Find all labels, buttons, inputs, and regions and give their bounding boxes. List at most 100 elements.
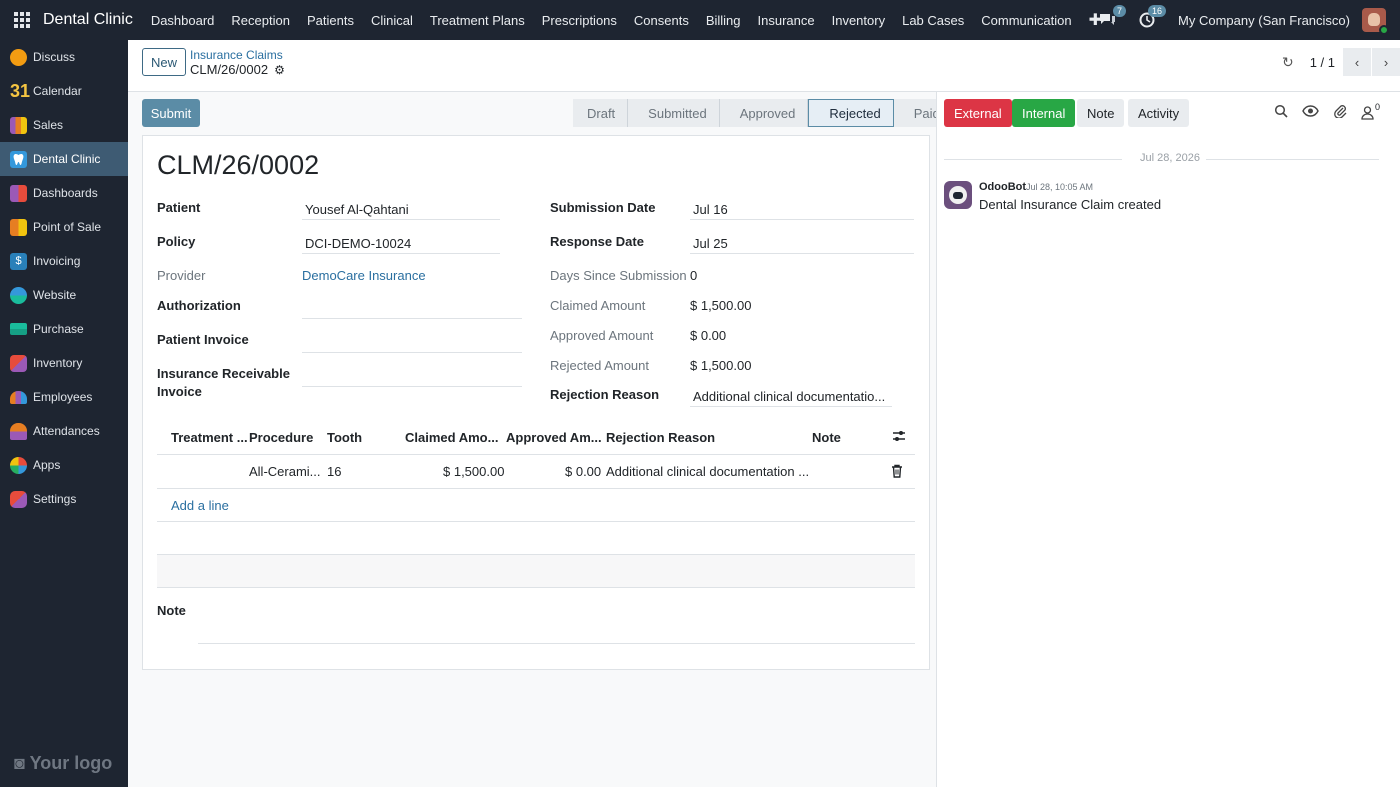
website-globe-icon	[10, 286, 27, 304]
menu-reception[interactable]: Reception	[231, 13, 290, 28]
record-title: CLM/26/0002	[157, 150, 320, 180]
eye-icon[interactable]	[1302, 104, 1319, 121]
menu-patients[interactable]: Patients	[307, 13, 354, 28]
authorization-field[interactable]	[302, 318, 522, 319]
activity-clock-icon[interactable]: 16	[1138, 5, 1167, 29]
rejection-reason-field[interactable]: Additional clinical documentatio...	[693, 389, 885, 404]
stage-approved[interactable]: Approved	[719, 99, 809, 127]
sidebar-item-label: Inventory	[33, 356, 83, 370]
rejection-reason-label: Rejection Reason	[550, 387, 660, 402]
inventory-box-icon	[10, 354, 27, 372]
sidebar-item-discuss[interactable]: Discuss	[0, 40, 128, 74]
provider-label: Provider	[157, 268, 206, 283]
menu-lab-cases[interactable]: Lab Cases	[902, 13, 964, 28]
stage-draft[interactable]: Draft	[573, 99, 629, 127]
sidebar-item-attendances[interactable]: Attendances	[0, 414, 128, 448]
breadcrumb-parent[interactable]: Insurance Claims	[190, 48, 283, 62]
col-treatment[interactable]: Treatment ...	[171, 430, 248, 445]
point-of-sale-icon	[10, 218, 27, 236]
control-panel: New Insurance Claims CLM/26/0002 ⚙ ↻ 1 /…	[128, 40, 1400, 92]
sidebar-item-dashboards[interactable]: Dashboards	[0, 176, 128, 210]
insurance-receivable-label-line2: Invoice	[157, 384, 202, 399]
sidebar-item-website[interactable]: Website	[0, 278, 128, 312]
menu-communication[interactable]: Communication	[981, 13, 1071, 28]
date-separator: Jul 28, 2026	[944, 152, 1379, 166]
gear-icon[interactable]: ⚙	[274, 63, 285, 77]
systray: 7 16 My Company (San Francisco)	[1098, 0, 1400, 40]
sidebar-item-sales[interactable]: Sales	[0, 108, 128, 142]
col-procedure[interactable]: Procedure	[249, 430, 313, 445]
menu-billing[interactable]: Billing	[706, 13, 741, 28]
send-external-message-button[interactable]: External	[944, 99, 1012, 127]
col-note[interactable]: Note	[812, 430, 841, 445]
stage-rejected[interactable]: Rejected	[808, 99, 894, 127]
empty-row	[157, 555, 915, 588]
menu-dashboard[interactable]: Dashboard	[151, 13, 215, 28]
add-a-line-link[interactable]: Add a line	[171, 498, 229, 513]
response-date-field[interactable]: Jul 25	[693, 236, 728, 251]
app-sidebar: Discuss 31 Calendar Sales Dental Clinic …	[0, 40, 128, 787]
apps-menu-icon[interactable]	[14, 12, 30, 28]
col-approved-amount[interactable]: Approved Am...	[506, 430, 602, 445]
pager-value[interactable]: 1 / 1	[1310, 55, 1335, 70]
trash-icon[interactable]	[891, 464, 903, 481]
sidebar-item-employees[interactable]: Employees	[0, 380, 128, 414]
sidebar-item-apps[interactable]: Apps	[0, 448, 128, 482]
note-label: Note	[157, 603, 186, 618]
new-button[interactable]: New	[142, 48, 186, 76]
menu-clinical[interactable]: Clinical	[371, 13, 413, 28]
provider-link[interactable]: DemoCare Insurance	[302, 268, 426, 283]
menu-treatment-plans[interactable]: Treatment Plans	[430, 13, 525, 28]
tooth-icon	[10, 150, 27, 168]
calendar-icon: 31	[10, 80, 31, 101]
note-button[interactable]: Note	[1077, 99, 1125, 127]
menu-consents[interactable]: Consents	[634, 13, 689, 28]
sidebar-item-calendar[interactable]: 31 Calendar	[0, 74, 128, 108]
sidebar-item-point-of-sale[interactable]: Point of Sale	[0, 210, 128, 244]
refresh-icon[interactable]: ↻	[1282, 54, 1294, 71]
sidebar-item-purchase[interactable]: Purchase	[0, 312, 128, 346]
status-bar: Draft Submitted Approved Rejected Paid	[573, 99, 952, 127]
column-settings-icon[interactable]	[892, 429, 906, 446]
paperclip-icon[interactable]	[1333, 104, 1347, 121]
log-internal-note-button[interactable]: Internal	[1012, 99, 1076, 127]
patient-invoice-field[interactable]	[302, 352, 522, 353]
followers-icon[interactable]: 0	[1361, 102, 1380, 120]
activity-button[interactable]: Activity	[1128, 99, 1190, 127]
sidebar-item-label: Dashboards	[33, 186, 98, 200]
menu-prescriptions[interactable]: Prescriptions	[542, 13, 617, 28]
pager-previous-button[interactable]: ‹	[1343, 48, 1371, 76]
insurance-receivable-field[interactable]	[302, 386, 522, 387]
sidebar-item-inventory[interactable]: Inventory	[0, 346, 128, 380]
app-brand[interactable]: Dental Clinic	[43, 11, 133, 29]
message-author[interactable]: OdooBot	[979, 181, 1026, 193]
menu-inventory[interactable]: Inventory	[832, 13, 885, 28]
sidebar-item-invoicing[interactable]: $ Invoicing	[0, 244, 128, 278]
note-field[interactable]	[198, 643, 915, 644]
company-switcher[interactable]: My Company (San Francisco)	[1178, 13, 1350, 28]
messages-icon[interactable]: 7	[1098, 5, 1127, 29]
policy-field[interactable]: DCI-DEMO-10024	[305, 236, 411, 251]
submission-date-field[interactable]: Jul 16	[693, 202, 728, 217]
sidebar-item-label: Apps	[33, 458, 61, 472]
patient-field[interactable]: Yousef Al-Qahtani	[305, 202, 409, 217]
pager-next-button[interactable]: ›	[1372, 48, 1400, 76]
sidebar-item-settings[interactable]: Settings	[0, 482, 128, 516]
odoobot-avatar[interactable]	[944, 181, 972, 209]
form-view: Submit Draft Submitted Approved Rejected…	[128, 92, 952, 787]
search-icon[interactable]	[1274, 104, 1288, 121]
col-rejection-reason[interactable]: Rejection Reason	[606, 430, 715, 445]
add-line-row: Add a line	[157, 489, 915, 522]
submit-button[interactable]: Submit	[142, 99, 200, 127]
menu-insurance[interactable]: Insurance	[758, 13, 815, 28]
messages-badge: 7	[1113, 5, 1127, 17]
chatter-panel: External Internal Note Activity 0 Jul 28…	[936, 92, 1400, 787]
sidebar-item-dental-clinic[interactable]: Dental Clinic	[0, 142, 128, 176]
stage-submitted[interactable]: Submitted	[628, 99, 720, 127]
col-claimed-amount[interactable]: Claimed Amo...	[405, 430, 498, 445]
col-tooth[interactable]: Tooth	[327, 430, 362, 445]
invoicing-icon: $	[10, 252, 27, 270]
table-row[interactable]: All-Cerami... 16 $ 1,500.00 $ 0.00 Addit…	[157, 455, 915, 489]
days-since-label: Days Since Submission	[550, 268, 687, 283]
user-avatar[interactable]	[1362, 8, 1389, 35]
